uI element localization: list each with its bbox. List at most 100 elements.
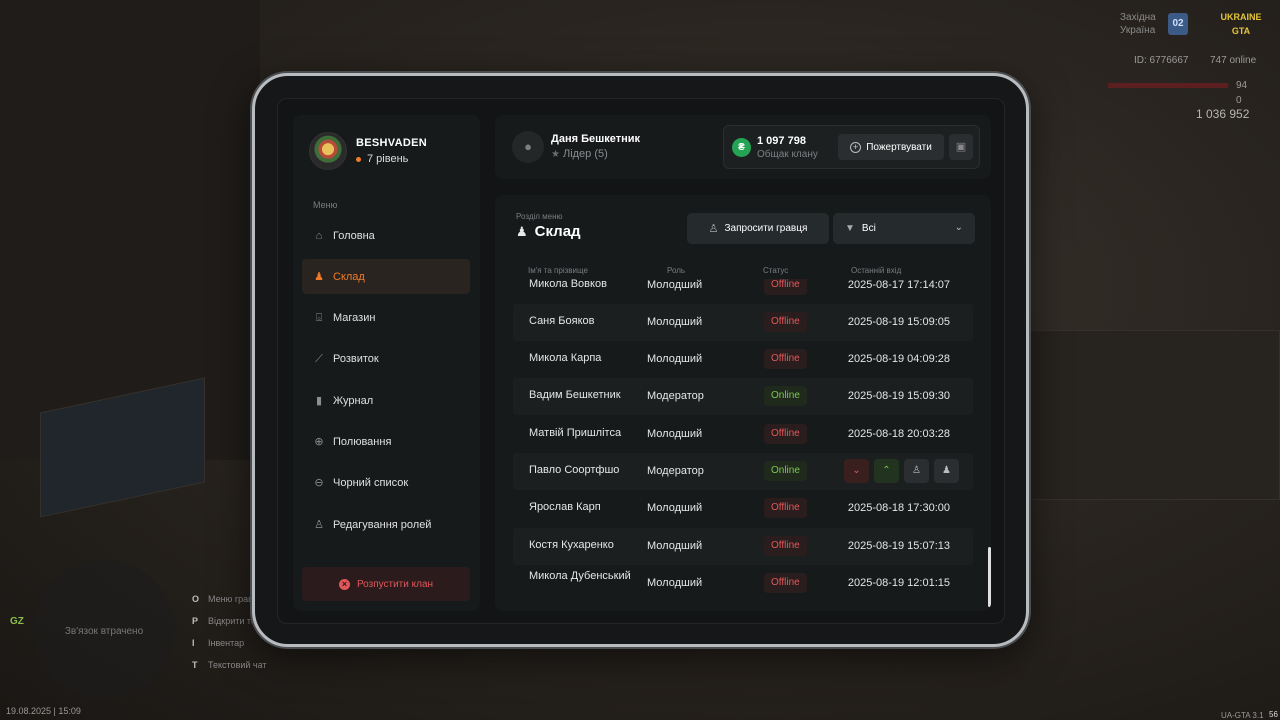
table-row[interactable]: Ярослав Карп Молодший Offline 2025-08-18 17… <box>513 490 973 527</box>
last-login: 2025-08-19 15:09:05 <box>847 316 950 328</box>
column-header-name: Ім'я та прізвище <box>528 266 588 275</box>
background-cabinet <box>1030 330 1280 500</box>
clan-name: BESHVADEN <box>356 137 427 149</box>
member-name: Костя Кухаренко <box>529 539 614 551</box>
chevron-down-icon: ⌄ <box>954 222 963 233</box>
table-header: Ім'я та прізвище Роль Статус Останній вх… <box>513 266 973 278</box>
row-actions: ⌄ ⌃ ♙ ♟ <box>844 459 959 483</box>
member-role: Молодший <box>647 540 703 552</box>
user-role: ★ Лідер (5) <box>551 148 608 160</box>
promote-button[interactable]: ⌃ <box>874 459 899 483</box>
kick-button[interactable]: ♟ <box>934 459 959 483</box>
sidebar-item-label: Журнал <box>333 394 374 407</box>
clan-money-label: Общак клану <box>757 149 818 160</box>
sidebar-item[interactable]: ⊖ Чорний список <box>302 466 470 501</box>
role-filter-select[interactable]: ▼ Всі ⌄ <box>833 213 975 244</box>
section-label: Розділ меню <box>516 212 563 221</box>
user-edit-icon: ♙ <box>314 518 324 531</box>
sidebar-item[interactable]: ⌂ Головна <box>302 218 470 253</box>
donate-label: Пожертвувати <box>866 141 932 153</box>
sidebar-item-label: Склад <box>333 270 365 283</box>
table-row[interactable]: Микола Дубенський Молодший Offline 2025-08-… <box>513 565 973 602</box>
last-login: 2025-08-19 15:09:30 <box>847 390 950 402</box>
clan-level: 7 рівень <box>367 153 409 165</box>
group-icon: ♟ <box>314 270 324 283</box>
zone-label: GZ <box>10 616 24 627</box>
sidebar-item[interactable]: ♙ Редагування ролей <box>302 507 470 542</box>
armor-value: 0 <box>1236 95 1242 106</box>
book-icon: ▮ <box>315 394 323 407</box>
sidebar-item[interactable]: ⌺ Магазин <box>302 301 470 336</box>
column-header-role: Роль <box>667 266 686 275</box>
table-row[interactable]: Матвій Пришлітса Молодший Offline 2025-08-1… <box>513 416 973 453</box>
basket-icon: ⌺ <box>315 312 323 325</box>
clan-avatar <box>309 132 347 170</box>
server-logo: UKRAINE GTA <box>1220 12 1262 36</box>
demote-button[interactable]: ⌄ <box>844 459 869 483</box>
plus-circle-icon: + <box>850 141 862 153</box>
disband-clan-button[interactable]: × Розпустити клан <box>302 567 470 601</box>
table-row[interactable]: Вадим Бешкетник Модератор Online 2025-08-19… <box>513 378 973 415</box>
datetime: 19.08.2025 | 15:09 <box>6 706 81 716</box>
table-row[interactable]: Костя Кухаренко Молодший Offline 2025-08-19… <box>513 528 973 565</box>
version-label: UA-GTA 3.1 <box>1221 711 1264 720</box>
invite-label: Запросити гравця <box>724 223 808 234</box>
filter-icon: ▼ <box>845 223 855 234</box>
user-icon: ♙ <box>912 465 921 476</box>
archive-button[interactable]: ▣ <box>949 134 973 160</box>
player-id: ID: 6776667 <box>1134 55 1189 66</box>
currency-icon: ₴ <box>732 138 751 157</box>
sidebar-item[interactable]: ♟ Склад <box>302 259 470 295</box>
clan-tablet: BESHVADEN 7 рівень Меню ⌂ Головна ♟ Склад ⌺ М… <box>252 73 1029 647</box>
last-login: 2025-08-17 17:14:07 <box>847 279 950 291</box>
page-title: ♟ Склад <box>516 223 581 240</box>
sidebar-item[interactable]: ⟋ Розвиток <box>302 342 470 377</box>
members-panel: Розділ меню ♟ Склад ♙ Запросити гравця ▼… <box>495 195 991 611</box>
invite-player-button[interactable]: ♙ Запросити гравця <box>687 213 829 244</box>
members-table: Микола Вовков Молодший Offline 2025-08-17 1… <box>513 279 973 611</box>
sidebar-item[interactable]: ⊕ Полювання <box>302 424 470 459</box>
table-row[interactable]: Микола Карпа Молодший Offline 2025-08-19 04… <box>513 341 973 378</box>
region-badge: 02 <box>1168 13 1188 35</box>
member-name: Павло Соортфшо <box>529 464 620 476</box>
member-role: Модератор <box>647 390 704 402</box>
member-role: Молодший <box>647 577 703 589</box>
user-name: Даня Бешкетник <box>551 133 641 145</box>
home-icon: ⌂ <box>315 229 323 242</box>
archive-icon: ▣ <box>955 141 967 153</box>
member-role: Молодший <box>647 428 703 440</box>
status-badge: Online <box>764 461 807 481</box>
status-badge: Offline <box>764 498 807 518</box>
member-role: Молодший <box>647 502 703 514</box>
member-name: Матвій Пришлітса <box>529 427 622 439</box>
last-login: 2025-08-19 15:07:13 <box>847 540 950 552</box>
status-badge: Offline <box>764 349 807 369</box>
status-badge: Offline <box>764 573 807 593</box>
sidebar-menu: ⌂ Головна ♟ Склад ⌺ Магазин ⟋ Розвиток ▮ Журнал ⊕ П… <box>302 218 470 548</box>
background-wall <box>0 0 260 460</box>
profile-button[interactable]: ♙ <box>904 459 929 483</box>
column-header-status: Статус <box>763 266 789 275</box>
last-login: 2025-08-18 20:03:28 <box>847 428 950 440</box>
sidebar-item[interactable]: ▮ Журнал <box>302 383 470 418</box>
member-name: Микола Вовков <box>529 279 607 290</box>
last-login: 2025-08-19 12:01:15 <box>847 577 950 589</box>
chart-icon: ⟋ <box>315 353 323 366</box>
donate-button[interactable]: + Пожертвувати <box>838 134 944 160</box>
table-row[interactable]: Микола Вовков Молодший Offline 2025-08-17 1… <box>513 279 973 304</box>
money-display: 1 036 952 <box>1196 107 1250 121</box>
sidebar-item-label: Головна <box>333 229 375 242</box>
scrollbar[interactable] <box>988 547 991 607</box>
clan-money-box: ₴ 1 097 798 Общак клану + Пожертвувати ▣ <box>723 125 980 169</box>
health-value: 94 <box>1236 80 1248 91</box>
online-count: 747 online <box>1210 55 1257 66</box>
table-row[interactable]: Саня Бояков Молодший Offline 2025-08-19 15:… <box>513 304 973 341</box>
column-header-last-login: Останній вхід <box>851 266 902 275</box>
level-dot-icon <box>356 157 361 162</box>
member-role: Молодший <box>647 316 703 328</box>
clan-money-value: 1 097 798 <box>757 135 806 147</box>
member-role: Молодший <box>647 279 703 291</box>
status-badge: Offline <box>764 312 807 332</box>
close-circle-icon: × <box>338 578 350 590</box>
table-row[interactable]: Павло Соортфшо Модератор Online ⌄ ⌃ ♙ ♟ <box>513 453 973 490</box>
